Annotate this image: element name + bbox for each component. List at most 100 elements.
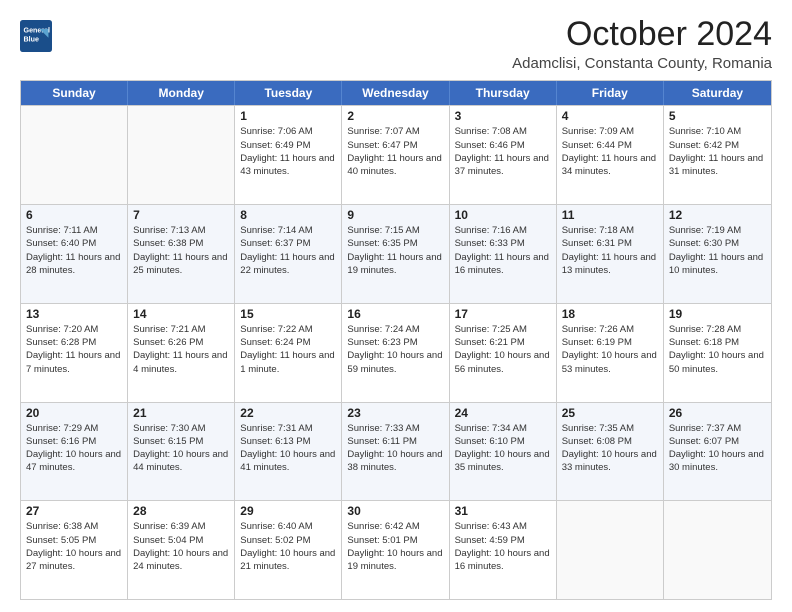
calendar-header: SundayMondayTuesdayWednesdayThursdayFrid…	[21, 81, 771, 105]
calendar-cell: 12 Sunrise: 7:19 AM Sunset: 6:30 PM Dayli…	[664, 205, 771, 303]
calendar-cell: 9 Sunrise: 7:15 AM Sunset: 6:35 PM Daylig…	[342, 205, 449, 303]
cell-info: Sunrise: 6:40 AM Sunset: 5:02 PM Dayligh…	[240, 520, 336, 573]
calendar-body: 1 Sunrise: 7:06 AM Sunset: 6:49 PM Daylig…	[21, 105, 771, 599]
day-number: 26	[669, 406, 766, 420]
calendar-cell: 20 Sunrise: 7:29 AM Sunset: 6:16 PM Dayli…	[21, 403, 128, 501]
day-number: 29	[240, 504, 336, 518]
weekday-header: Tuesday	[235, 81, 342, 105]
day-number: 25	[562, 406, 658, 420]
cell-info: Sunrise: 7:29 AM Sunset: 6:16 PM Dayligh…	[26, 422, 122, 475]
cell-info: Sunrise: 7:08 AM Sunset: 6:46 PM Dayligh…	[455, 125, 551, 178]
calendar-cell: 26 Sunrise: 7:37 AM Sunset: 6:07 PM Dayli…	[664, 403, 771, 501]
calendar-cell: 31 Sunrise: 6:43 AM Sunset: 4:59 PM Dayli…	[450, 501, 557, 599]
cell-info: Sunrise: 6:43 AM Sunset: 4:59 PM Dayligh…	[455, 520, 551, 573]
cell-info: Sunrise: 7:10 AM Sunset: 6:42 PM Dayligh…	[669, 125, 766, 178]
day-number: 9	[347, 208, 443, 222]
calendar-cell: 7 Sunrise: 7:13 AM Sunset: 6:38 PM Daylig…	[128, 205, 235, 303]
day-number: 7	[133, 208, 229, 222]
weekday-header: Wednesday	[342, 81, 449, 105]
day-number: 5	[669, 109, 766, 123]
calendar-cell: 22 Sunrise: 7:31 AM Sunset: 6:13 PM Dayli…	[235, 403, 342, 501]
cell-info: Sunrise: 6:42 AM Sunset: 5:01 PM Dayligh…	[347, 520, 443, 573]
calendar-week: 6 Sunrise: 7:11 AM Sunset: 6:40 PM Daylig…	[21, 204, 771, 303]
day-number: 17	[455, 307, 551, 321]
calendar-cell: 21 Sunrise: 7:30 AM Sunset: 6:15 PM Dayli…	[128, 403, 235, 501]
day-number: 21	[133, 406, 229, 420]
cell-info: Sunrise: 7:31 AM Sunset: 6:13 PM Dayligh…	[240, 422, 336, 475]
calendar-cell	[21, 106, 128, 204]
day-number: 1	[240, 109, 336, 123]
cell-info: Sunrise: 7:19 AM Sunset: 6:30 PM Dayligh…	[669, 224, 766, 277]
cell-info: Sunrise: 7:11 AM Sunset: 6:40 PM Dayligh…	[26, 224, 122, 277]
calendar-cell	[557, 501, 664, 599]
cell-info: Sunrise: 7:28 AM Sunset: 6:18 PM Dayligh…	[669, 323, 766, 376]
cell-info: Sunrise: 7:13 AM Sunset: 6:38 PM Dayligh…	[133, 224, 229, 277]
calendar-cell: 11 Sunrise: 7:18 AM Sunset: 6:31 PM Dayli…	[557, 205, 664, 303]
day-number: 12	[669, 208, 766, 222]
cell-info: Sunrise: 7:33 AM Sunset: 6:11 PM Dayligh…	[347, 422, 443, 475]
day-number: 4	[562, 109, 658, 123]
calendar-cell: 28 Sunrise: 6:39 AM Sunset: 5:04 PM Dayli…	[128, 501, 235, 599]
svg-text:Blue: Blue	[24, 35, 39, 43]
day-number: 6	[26, 208, 122, 222]
day-number: 27	[26, 504, 122, 518]
cell-info: Sunrise: 7:06 AM Sunset: 6:49 PM Dayligh…	[240, 125, 336, 178]
cell-info: Sunrise: 7:21 AM Sunset: 6:26 PM Dayligh…	[133, 323, 229, 376]
cell-info: Sunrise: 7:22 AM Sunset: 6:24 PM Dayligh…	[240, 323, 336, 376]
cell-info: Sunrise: 7:26 AM Sunset: 6:19 PM Dayligh…	[562, 323, 658, 376]
day-number: 23	[347, 406, 443, 420]
title-block: October 2024 Adamclisi, Constanta County…	[512, 16, 772, 72]
cell-info: Sunrise: 7:25 AM Sunset: 6:21 PM Dayligh…	[455, 323, 551, 376]
day-number: 8	[240, 208, 336, 222]
logo-icon: General Blue	[20, 20, 52, 52]
cell-info: Sunrise: 7:20 AM Sunset: 6:28 PM Dayligh…	[26, 323, 122, 376]
weekday-header: Thursday	[450, 81, 557, 105]
calendar-week: 20 Sunrise: 7:29 AM Sunset: 6:16 PM Dayli…	[21, 402, 771, 501]
calendar-cell: 18Sunrise: 7:26 AM Sunset: 6:19 PM Dayli…	[557, 304, 664, 402]
cell-info: Sunrise: 7:18 AM Sunset: 6:31 PM Dayligh…	[562, 224, 658, 277]
day-number: 15	[240, 307, 336, 321]
calendar-cell	[664, 501, 771, 599]
day-number: 11	[562, 208, 658, 222]
day-number: 3	[455, 109, 551, 123]
day-number: 16	[347, 307, 443, 321]
day-number: 13	[26, 307, 122, 321]
month-title: October 2024	[512, 16, 772, 53]
cell-info: Sunrise: 7:16 AM Sunset: 6:33 PM Dayligh…	[455, 224, 551, 277]
cell-info: Sunrise: 7:34 AM Sunset: 6:10 PM Dayligh…	[455, 422, 551, 475]
cell-info: Sunrise: 7:09 AM Sunset: 6:44 PM Dayligh…	[562, 125, 658, 178]
cell-info: Sunrise: 6:38 AM Sunset: 5:05 PM Dayligh…	[26, 520, 122, 573]
day-number: 10	[455, 208, 551, 222]
calendar-cell: 30 Sunrise: 6:42 AM Sunset: 5:01 PM Dayli…	[342, 501, 449, 599]
calendar-cell: 6 Sunrise: 7:11 AM Sunset: 6:40 PM Daylig…	[21, 205, 128, 303]
calendar-cell: 1 Sunrise: 7:06 AM Sunset: 6:49 PM Daylig…	[235, 106, 342, 204]
calendar-cell: 4 Sunrise: 7:09 AM Sunset: 6:44 PM Daylig…	[557, 106, 664, 204]
day-number: 14	[133, 307, 229, 321]
location-title: Adamclisi, Constanta County, Romania	[512, 55, 772, 72]
calendar: SundayMondayTuesdayWednesdayThursdayFrid…	[20, 80, 772, 600]
calendar-cell: 14 Sunrise: 7:21 AM Sunset: 6:26 PM Dayli…	[128, 304, 235, 402]
calendar-cell: 24Sunrise: 7:34 AM Sunset: 6:10 PM Dayli…	[450, 403, 557, 501]
cell-info: Sunrise: 7:37 AM Sunset: 6:07 PM Dayligh…	[669, 422, 766, 475]
day-number: 30	[347, 504, 443, 518]
calendar-cell: 8Sunrise: 7:14 AM Sunset: 6:37 PM Daylig…	[235, 205, 342, 303]
cell-info: Sunrise: 7:07 AM Sunset: 6:47 PM Dayligh…	[347, 125, 443, 178]
day-number: 28	[133, 504, 229, 518]
cell-info: Sunrise: 7:24 AM Sunset: 6:23 PM Dayligh…	[347, 323, 443, 376]
cell-info: Sunrise: 7:15 AM Sunset: 6:35 PM Dayligh…	[347, 224, 443, 277]
calendar-week: 27 Sunrise: 6:38 AM Sunset: 5:05 PM Dayli…	[21, 500, 771, 599]
calendar-week: 1 Sunrise: 7:06 AM Sunset: 6:49 PM Daylig…	[21, 105, 771, 204]
header: General Blue October 2024 Adamclisi, Con…	[20, 16, 772, 72]
calendar-cell: 17 Sunrise: 7:25 AM Sunset: 6:21 PM Dayli…	[450, 304, 557, 402]
cell-info: Sunrise: 7:35 AM Sunset: 6:08 PM Dayligh…	[562, 422, 658, 475]
day-number: 31	[455, 504, 551, 518]
calendar-cell: 19 Sunrise: 7:28 AM Sunset: 6:18 PM Dayli…	[664, 304, 771, 402]
cell-info: Sunrise: 6:39 AM Sunset: 5:04 PM Dayligh…	[133, 520, 229, 573]
day-number: 20	[26, 406, 122, 420]
weekday-header: Monday	[128, 81, 235, 105]
cell-info: Sunrise: 7:30 AM Sunset: 6:15 PM Dayligh…	[133, 422, 229, 475]
calendar-cell: 2Sunrise: 7:07 AM Sunset: 6:47 PM Daylig…	[342, 106, 449, 204]
day-number: 19	[669, 307, 766, 321]
calendar-cell: 15 Sunrise: 7:22 AM Sunset: 6:24 PM Dayli…	[235, 304, 342, 402]
day-number: 22	[240, 406, 336, 420]
